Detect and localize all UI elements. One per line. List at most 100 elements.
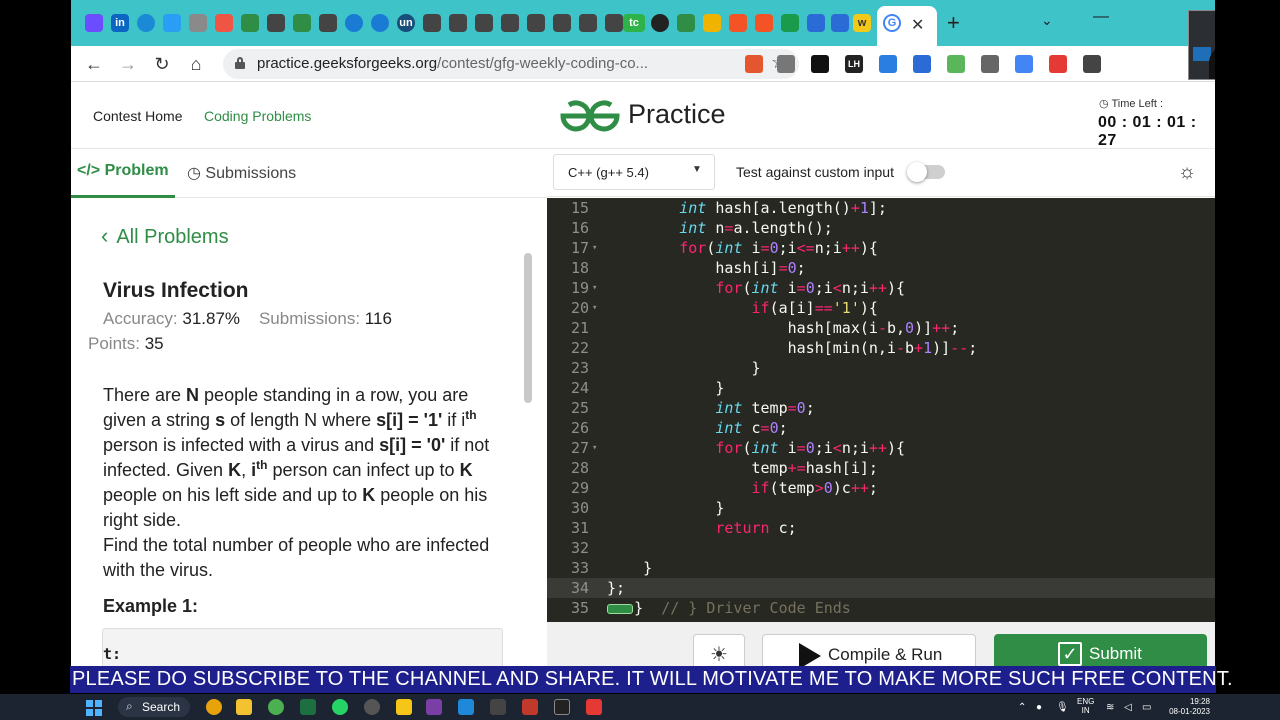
excel-icon[interactable]	[300, 699, 316, 715]
clock[interactable]: 19:28 08-01-2023	[1166, 697, 1210, 717]
code-line[interactable]: 31 return c;	[547, 518, 1215, 538]
tab-leetcode-icon[interactable]	[449, 14, 467, 32]
whatsapp-icon[interactable]	[332, 699, 348, 715]
vscode-icon[interactable]	[458, 699, 474, 715]
code-line[interactable]: 32	[547, 538, 1215, 558]
volume-icon[interactable]: ◁	[1124, 702, 1132, 713]
code-line-active[interactable]: 34};	[547, 578, 1215, 598]
tab-w-icon[interactable]: w	[853, 14, 871, 32]
mic-icon[interactable]: 🎙	[1056, 702, 1069, 713]
tab-gfg-icon[interactable]	[241, 14, 259, 32]
battery-icon[interactable]: ▭	[1142, 702, 1151, 713]
code-line[interactable]: 19 ▾ for(int i=0;i<n;i++){	[547, 278, 1215, 298]
tab-leetcode-icon[interactable]	[267, 14, 285, 32]
code-line[interactable]: 25 int temp=0;	[547, 398, 1215, 418]
tab-leetcode-icon[interactable]	[579, 14, 597, 32]
lock-icon[interactable]	[235, 57, 245, 69]
tab-check-icon[interactable]	[807, 14, 825, 32]
code-line[interactable]: 35 } // } Driver Code Ends	[547, 598, 1215, 618]
code-line[interactable]: 29 if(temp>0)c++;	[547, 478, 1215, 498]
tab-leetcode-icon[interactable]	[605, 14, 623, 32]
tab-search-icon[interactable]: ⌄	[1041, 12, 1053, 29]
tab-leetcode-icon[interactable]	[423, 14, 441, 32]
code-line[interactable]: 23 }	[547, 358, 1215, 378]
app-icon[interactable]	[364, 699, 380, 715]
back-icon[interactable]: ←	[81, 51, 107, 77]
extension-calendar-icon[interactable]	[745, 55, 763, 73]
forward-icon[interactable]: →	[115, 51, 141, 77]
code-line[interactable]: 27 ▾ for(int i=0;i<n;i++){	[547, 438, 1215, 458]
taskbar-search[interactable]: ⌕ Search	[118, 697, 190, 717]
code-line[interactable]: 17 ▾ for(int i=0;i<=n;i++){	[547, 238, 1215, 258]
extension-icon[interactable]	[1049, 55, 1067, 73]
tab-gfg-icon[interactable]	[677, 14, 695, 32]
windows-start-icon[interactable]	[86, 700, 102, 716]
tab-microsoft-icon[interactable]	[729, 14, 747, 32]
extension-icon[interactable]	[981, 55, 999, 73]
tab-globe-icon[interactable]	[371, 14, 389, 32]
code-line[interactable]: 20 ▾ if(a[i]=='1'){	[547, 298, 1215, 318]
chrome-taskbar-icon[interactable]	[268, 699, 284, 715]
code-line[interactable]: 30 }	[547, 498, 1215, 518]
tab-power-icon[interactable]	[137, 14, 155, 32]
tab-leetcode-icon[interactable]	[319, 14, 337, 32]
minimize-icon[interactable]: —	[1093, 8, 1109, 26]
acrobat-icon[interactable]	[586, 699, 602, 715]
code-line[interactable]: 28 temp+=hash[i];	[547, 458, 1215, 478]
compile-run-button[interactable]: Compile & Run	[762, 634, 976, 666]
tab-linkedin-icon[interactable]: in	[111, 14, 129, 32]
tab-leetcode-icon[interactable]	[553, 14, 571, 32]
home-icon[interactable]: ⌂	[183, 51, 209, 77]
tab-submissions[interactable]: ◷ Submissions	[187, 163, 296, 183]
tab-leetcode-icon[interactable]	[475, 14, 493, 32]
close-tab-icon[interactable]: ✕	[911, 15, 924, 35]
new-tab-icon[interactable]: +	[947, 10, 960, 36]
address-bar[interactable]: practice.geeksforgeeks.org/contest/gfg-w…	[223, 49, 799, 79]
code-line[interactable]: 16 int n=a.length();	[547, 218, 1215, 238]
contest-home-link[interactable]: Contest Home	[93, 108, 182, 124]
tab-problem[interactable]: </> Problem	[77, 162, 169, 180]
submit-button[interactable]: ✓ Submit	[994, 634, 1207, 666]
tab-infinity-icon[interactable]	[781, 14, 799, 32]
language-indicator[interactable]: ENG IN	[1077, 697, 1094, 715]
tab-favicon-icon[interactable]	[85, 14, 103, 32]
extension-icon[interactable]	[777, 55, 795, 73]
tab-globe-icon[interactable]	[345, 14, 363, 32]
tab-icon[interactable]	[215, 14, 233, 32]
code-line[interactable]: 33 }	[547, 558, 1215, 578]
all-problems-link[interactable]: ‹ All Problems	[101, 223, 229, 249]
tab-check-icon[interactable]	[831, 14, 849, 32]
extensions-puzzle-icon[interactable]	[1083, 55, 1101, 73]
code-editor[interactable]: 15 int hash[a.length()+1]; 16 int n=a.le…	[547, 198, 1215, 622]
theme-sun-icon[interactable]: ☼	[1175, 160, 1199, 184]
active-tab[interactable]: G ✕	[877, 6, 937, 46]
url-text[interactable]: practice.geeksforgeeks.org/contest/gfg-w…	[257, 55, 648, 72]
extension-translate-icon[interactable]	[1015, 55, 1033, 73]
extension-lh-icon[interactable]: LH	[845, 55, 863, 73]
tab-tc-icon[interactable]: tc	[623, 14, 645, 32]
file-explorer-icon[interactable]	[236, 699, 252, 715]
brand-practice[interactable]: Practice	[628, 99, 726, 130]
custom-input-toggle[interactable]	[907, 162, 945, 182]
panel-scrollbar[interactable]	[524, 253, 532, 403]
hint-bulb-button[interactable]: ☀	[693, 634, 745, 666]
code-line[interactable]: 26 int c=0;	[547, 418, 1215, 438]
tab-gfg-icon[interactable]	[293, 14, 311, 32]
code-line[interactable]: 15 int hash[a.length()+1];	[547, 198, 1215, 218]
extension-check-icon[interactable]	[913, 55, 931, 73]
reload-icon[interactable]: ↻	[149, 51, 175, 77]
tab-microsoft-icon[interactable]	[755, 14, 773, 32]
code-line[interactable]: 24 }	[547, 378, 1215, 398]
code-line[interactable]: 18 hash[i]=0;	[547, 258, 1215, 278]
extension-icon[interactable]	[879, 55, 897, 73]
tab-crop-icon[interactable]	[189, 14, 207, 32]
language-select[interactable]: C++ (g++ 5.4) ▼	[553, 154, 715, 190]
coding-problems-link[interactable]: Coding Problems	[204, 108, 311, 124]
tab-un-icon[interactable]: un	[397, 14, 415, 32]
tab-leetcode-icon[interactable]	[501, 14, 519, 32]
code-line[interactable]: 22 hash[min(n,i-b+1)]--;	[547, 338, 1215, 358]
terminal-icon[interactable]	[554, 699, 570, 715]
app-icon[interactable]	[490, 699, 506, 715]
tab-openai-icon[interactable]	[651, 14, 669, 32]
tray-arrow-icon[interactable]: ⌃	[1018, 702, 1026, 713]
